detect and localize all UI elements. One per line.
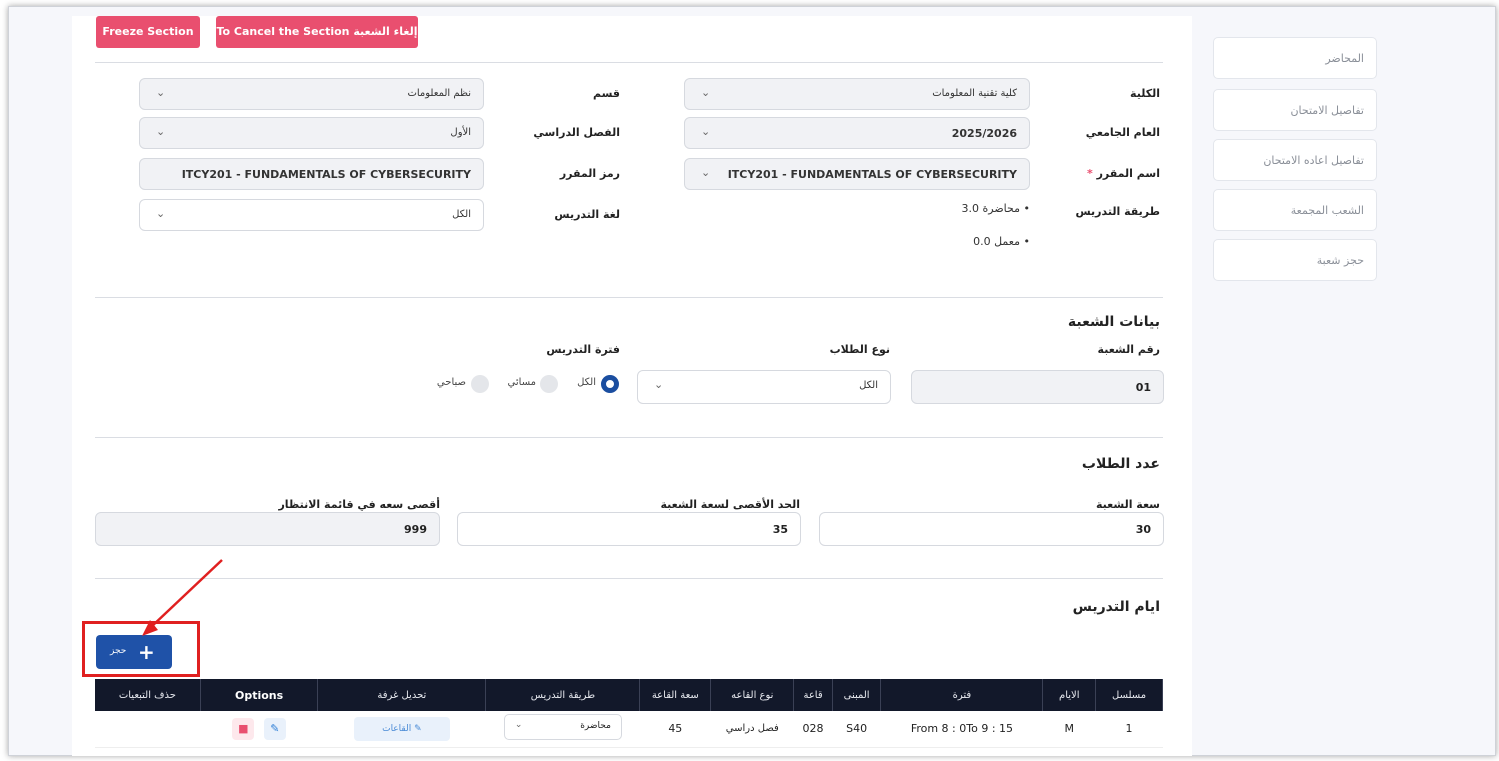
- chevron-down-icon: ⌄: [514, 720, 523, 731]
- col-building: المبنى: [832, 679, 882, 711]
- edit-icon[interactable]: ✎: [263, 717, 286, 740]
- cell-room: 028: [793, 711, 833, 748]
- col-room: قاعة: [793, 679, 833, 711]
- sidebar-item-label: الشعب المجمعة: [1290, 204, 1364, 217]
- max-capacity-value: 35: [772, 523, 788, 536]
- semester-label: الفصل الدراسي: [533, 126, 620, 139]
- schedule-title: ايام التدريس: [1072, 599, 1160, 615]
- college-value: كلية تقنية المعلومات: [932, 88, 1017, 99]
- section-number-field: 01: [911, 370, 1164, 404]
- period-label: فترة التدريس: [546, 343, 620, 356]
- sidebar-item-label: المحاضر: [1325, 52, 1364, 65]
- max-capacity-input[interactable]: 35: [457, 512, 801, 546]
- student-type-label: نوع الطلاب: [829, 343, 890, 356]
- trash-icon[interactable]: ■: [232, 717, 255, 740]
- sidebar-item-label: تفاصيل الامتحان: [1290, 104, 1364, 117]
- col-room-type: نوع القاعه: [710, 679, 795, 711]
- period-option-label: صباحي: [436, 377, 466, 388]
- teaching-method-item: • محاضرة 3.0: [961, 202, 1030, 215]
- course-name-label: اسم المقرر *: [1070, 167, 1160, 180]
- capacity-value: 30: [1135, 523, 1151, 536]
- course-name-value: ITCY201 - FUNDAMENTALS OF CYBERSECURITY: [727, 168, 1017, 181]
- annotation-arrow-icon: [142, 559, 223, 636]
- sidebar-item-book-section[interactable]: حجز شعبة: [1213, 239, 1377, 281]
- col-capacity: سعة القاعة: [639, 679, 712, 711]
- cell-building: S40: [832, 711, 881, 748]
- year-select[interactable]: 2025/2026 ⌄: [684, 117, 1030, 149]
- chevron-down-icon: ⌄: [654, 378, 664, 391]
- student-type-value: الكل: [859, 380, 878, 391]
- section-number-label: رقم الشعبة: [1097, 343, 1160, 356]
- cell-room-type: فصل دراسي: [710, 711, 794, 748]
- cell-options: ✎ ■: [200, 711, 318, 748]
- college-label: الكلية: [1130, 87, 1160, 100]
- method-value: محاضرة: [580, 721, 611, 732]
- period-radio-morning[interactable]: [471, 375, 489, 393]
- chevron-down-icon: ⌄: [701, 125, 711, 138]
- teaching-method-lab: معمل 0.0: [973, 235, 1020, 248]
- cell-serial: 1: [1095, 711, 1163, 748]
- table-row: ✎ ■ ✎ القاعات محاضرة ⌄ 45 فصل دراسي 028 …: [95, 711, 1163, 748]
- period-radio-all[interactable]: [601, 375, 619, 393]
- cell-day: M: [1042, 711, 1096, 748]
- semester-value: الأول: [450, 127, 471, 138]
- col-method: طريقة التدريس: [485, 679, 641, 711]
- col-days: الايام: [1042, 679, 1097, 711]
- waitlist-value: 999: [404, 523, 427, 536]
- student-type-select[interactable]: الكل ⌄: [637, 370, 891, 404]
- sidebar-item-exam-details[interactable]: تفاصيل الامتحان: [1213, 89, 1377, 131]
- students-title: عدد الطلاب: [1081, 456, 1160, 472]
- max-capacity-label: الحد الأقصى لسعة الشعبة: [660, 498, 800, 511]
- section-number-value: 01: [1135, 381, 1151, 394]
- table-header-row: حذف التبعيات Options تحديل غرفة طريقة ال…: [95, 679, 1163, 711]
- cell-capacity: 45: [639, 711, 711, 748]
- sidebar-item-label: حجز شعبة: [1316, 254, 1364, 267]
- cell-period: From 8 : 0To 9 : 15: [880, 711, 1043, 748]
- method-select[interactable]: محاضرة ⌄: [503, 714, 622, 741]
- schedule-table: حذف التبعيات Options تحديل غرفة طريقة ال…: [95, 679, 1163, 748]
- col-delete-deps: حذف التبعيات: [95, 679, 201, 711]
- chevron-down-icon: ⌄: [701, 86, 711, 99]
- col-options: Options: [200, 679, 319, 711]
- period-option-label: الكل: [577, 377, 596, 388]
- cell-delete-deps: [95, 711, 201, 748]
- teaching-method-item: • معمل 0.0: [973, 235, 1030, 248]
- sidebar-item-merged-sections[interactable]: الشعب المجمعة: [1213, 189, 1377, 231]
- department-value: نظم المعلومات: [407, 88, 471, 99]
- edit-icon: ✎: [414, 723, 422, 734]
- course-name-select[interactable]: ITCY201 - FUNDAMENTALS OF CYBERSECURITY …: [684, 158, 1030, 190]
- teaching-language-value: الكل: [452, 209, 471, 220]
- year-value: 2025/2026: [951, 127, 1017, 140]
- col-serial: مسلسل: [1095, 679, 1163, 711]
- department-label: قسم: [592, 87, 620, 100]
- sidebar: المحاضر تفاصيل الامتحان تفاصيل اعاده الا…: [1213, 17, 1391, 287]
- capacity-input[interactable]: 30: [819, 512, 1164, 546]
- teaching-method-label: طريقة التدريس: [1075, 205, 1160, 218]
- chevron-down-icon: ⌄: [701, 166, 711, 179]
- col-edit-room: تحديل غرفة: [317, 679, 487, 711]
- halls-label: القاعات: [382, 723, 412, 734]
- required-mark: *: [1086, 167, 1093, 180]
- college-select[interactable]: كلية تقنية المعلومات ⌄: [684, 78, 1030, 110]
- cell-edit-room: ✎ القاعات: [317, 711, 486, 748]
- section-title: بيانات الشعبة: [1067, 314, 1160, 330]
- teaching-language-label: لغة التدريس: [554, 208, 620, 221]
- waitlist-label: أقصى سعه في قائمة الانتظار: [278, 498, 440, 511]
- sidebar-item-label: تفاصيل اعاده الامتحان: [1263, 154, 1364, 167]
- halls-button[interactable]: ✎ القاعات: [353, 716, 450, 741]
- course-code-label: رمز المقرر: [559, 167, 620, 180]
- year-label: العام الجامعي: [1085, 126, 1160, 139]
- period-radio-evening[interactable]: [540, 375, 558, 393]
- cell-method: محاضرة ⌄: [485, 711, 640, 748]
- sidebar-item-lecturer[interactable]: المحاضر: [1213, 37, 1377, 79]
- capacity-label: سعة الشعبة: [1096, 498, 1160, 511]
- teaching-method-lecture: محاضرة 3.0: [961, 202, 1020, 215]
- col-period: فترة: [880, 679, 1044, 711]
- sidebar-item-reexam-details[interactable]: تفاصيل اعاده الامتحان: [1213, 139, 1377, 181]
- course-name-label-text: اسم المقرر: [1096, 167, 1160, 180]
- period-option-label: مسائي: [507, 377, 536, 388]
